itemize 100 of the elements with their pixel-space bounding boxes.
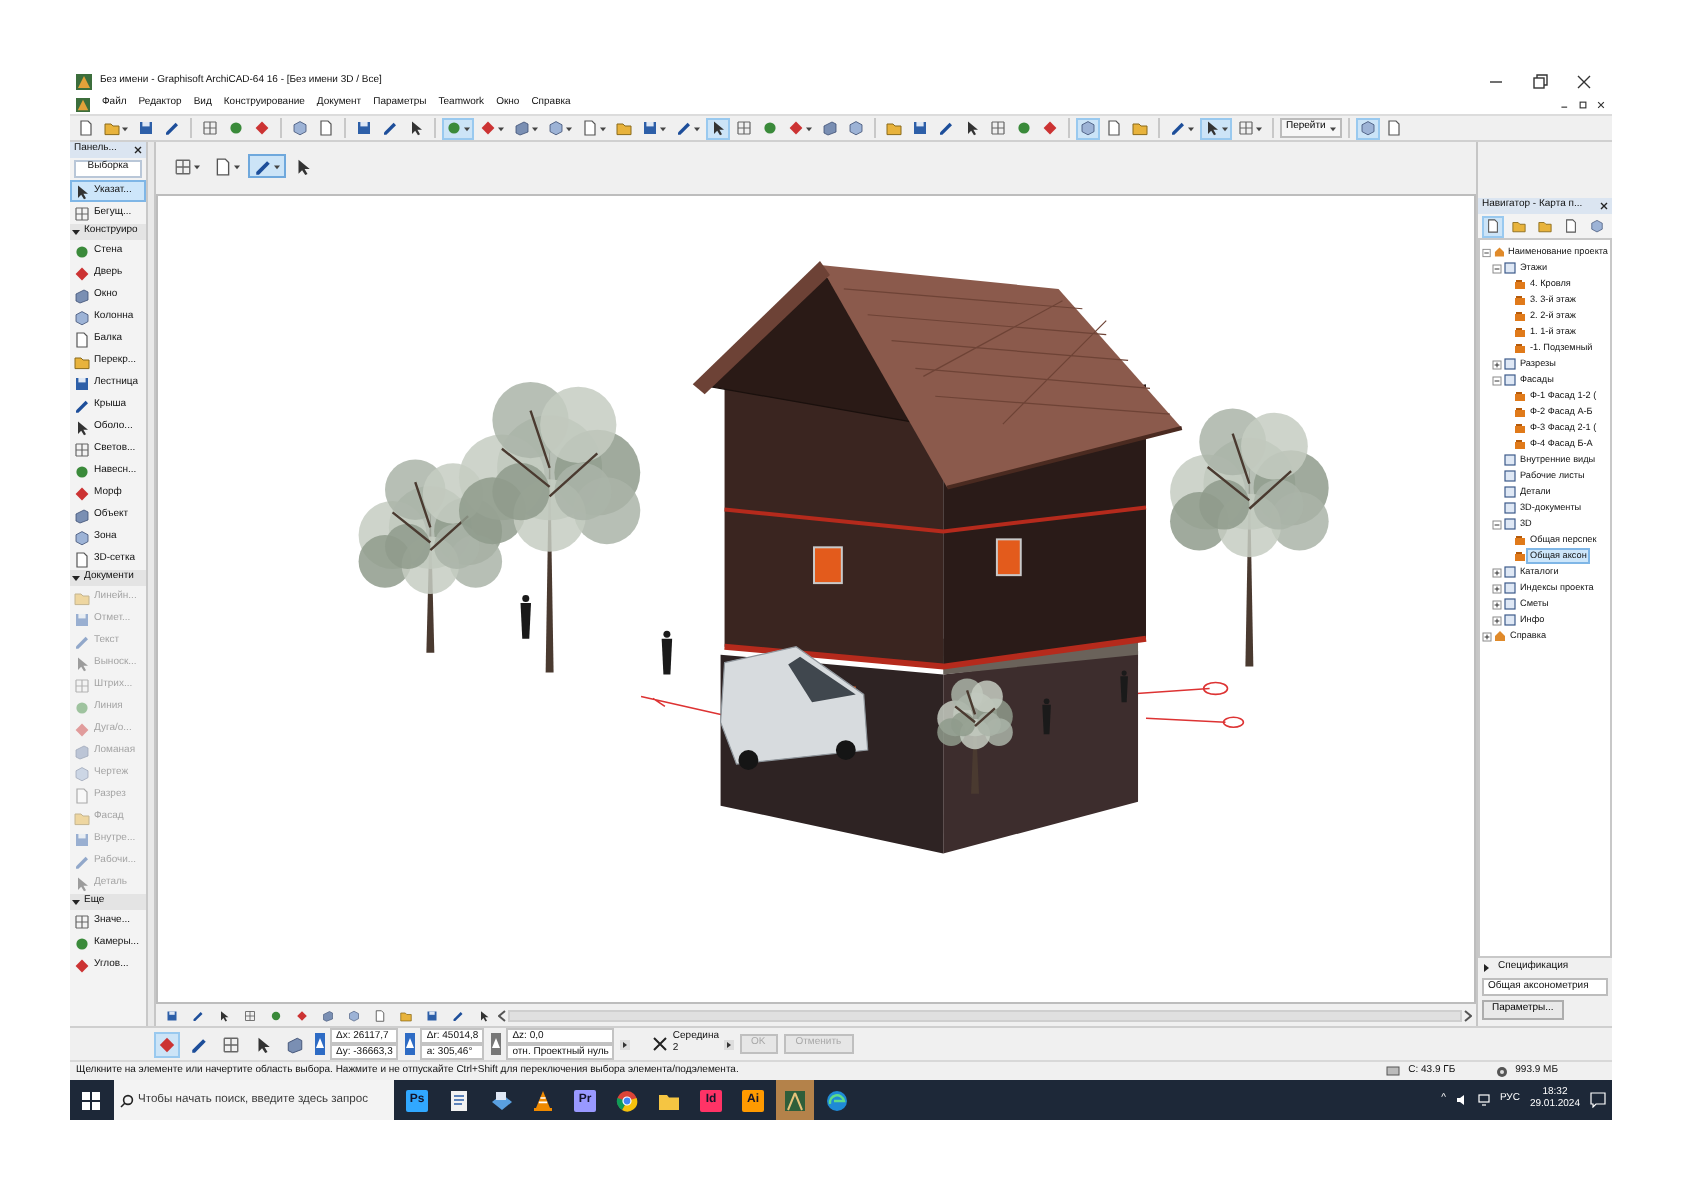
browser-icon	[616, 1089, 638, 1111]
toolbar-button[interactable]	[934, 117, 958, 139]
grid-icon	[74, 913, 90, 929]
expand-toggle[interactable]	[1492, 359, 1502, 369]
diamond-icon	[254, 120, 270, 136]
expand-toggle[interactable]	[1482, 247, 1492, 257]
close-icon[interactable]	[134, 146, 142, 154]
network-icon[interactable]	[1477, 1094, 1490, 1106]
close-icon	[1574, 72, 1594, 92]
close-icon[interactable]	[1596, 99, 1606, 109]
document-icon	[1385, 120, 1402, 136]
grid-icon	[202, 120, 218, 136]
scroll-right-icon[interactable]	[1464, 1009, 1472, 1021]
app-logo-icon	[76, 74, 92, 90]
caret-icon	[806, 125, 812, 131]
folder-icon	[74, 353, 90, 369]
diamond-icon	[1042, 120, 1058, 136]
navigator-tool-button[interactable]	[1482, 215, 1504, 237]
cube-icon	[292, 120, 308, 136]
grid-icon	[222, 1035, 240, 1053]
pointer-icon	[74, 419, 90, 435]
pointer-icon	[294, 157, 312, 175]
cube-icon	[848, 120, 864, 136]
caret-icon	[234, 163, 240, 169]
windows-logo-icon	[81, 1091, 99, 1109]
expand-toggle[interactable]	[1492, 583, 1502, 593]
toolbar-button[interactable]	[1200, 117, 1232, 139]
speaker-icon[interactable]	[1455, 1094, 1468, 1106]
diamond-icon	[296, 1009, 308, 1021]
expand-toggle[interactable]	[1492, 263, 1502, 273]
pencil-icon	[676, 120, 692, 136]
expand-toggle[interactable]	[1492, 599, 1502, 609]
layer-icon	[1514, 550, 1526, 562]
horizontal-scrollbar[interactable]	[508, 1009, 1462, 1021]
toolbar-button[interactable]	[352, 117, 376, 139]
caret-icon	[1329, 125, 1336, 131]
caret-icon	[122, 125, 128, 131]
toolbar-button[interactable]	[378, 117, 402, 139]
navigator-tool-button[interactable]	[1560, 215, 1582, 237]
toolbar-button[interactable]	[672, 117, 704, 139]
notification-icon[interactable]	[1590, 1092, 1606, 1108]
folder-icon	[658, 1089, 680, 1111]
folder-icon	[1132, 120, 1148, 136]
restore-icon	[1530, 72, 1550, 92]
caret-icon	[1256, 125, 1262, 131]
folder-icon	[616, 120, 632, 136]
restore-icon[interactable]	[1578, 99, 1588, 109]
expand-toggle[interactable]	[1492, 615, 1502, 625]
house-icon	[1494, 630, 1506, 642]
caret-icon	[566, 125, 572, 131]
caret-icon	[194, 163, 200, 169]
folder-icon	[74, 809, 90, 825]
layer-icon	[1514, 278, 1526, 290]
layer-icon	[1514, 294, 1526, 306]
search-icon	[120, 1093, 134, 1107]
traffic-cone-icon	[532, 1089, 554, 1111]
dot-icon	[762, 120, 778, 136]
person-figure	[661, 630, 673, 675]
layer-icon	[1514, 438, 1526, 450]
triangle-icon[interactable]	[1482, 963, 1490, 972]
arrow-icon[interactable]	[723, 1039, 734, 1049]
dot-icon	[270, 1009, 282, 1021]
arrow-icon[interactable]	[620, 1039, 631, 1049]
grid-icon	[74, 441, 90, 457]
expand-toggle[interactable]	[1492, 375, 1502, 385]
expand-toggle[interactable]	[1492, 519, 1502, 529]
pencil-icon	[74, 853, 90, 869]
edge-browser-icon	[826, 1089, 848, 1111]
toolbar-button[interactable]	[1166, 117, 1198, 139]
grid-icon	[74, 677, 90, 693]
toolbar-button[interactable]	[134, 117, 158, 139]
caret-icon	[1188, 125, 1194, 131]
layer-icon	[1514, 406, 1526, 418]
tree-drawing	[937, 678, 1013, 794]
caret-icon	[532, 125, 538, 131]
diamond-icon	[788, 120, 804, 136]
sheet-icon	[1504, 262, 1516, 274]
diamond-icon	[74, 485, 90, 501]
expand-toggle[interactable]	[1492, 567, 1502, 577]
folder-icon	[104, 120, 120, 136]
document-icon	[214, 157, 232, 175]
document-icon	[448, 1089, 470, 1111]
caret-icon	[464, 125, 470, 131]
grid-icon	[174, 157, 192, 175]
scroll-left-icon[interactable]	[498, 1009, 506, 1021]
toolbar-button[interactable]	[706, 117, 730, 139]
cube-icon	[1080, 120, 1096, 136]
expand-toggle[interactable]	[1482, 631, 1492, 641]
toolbar-button[interactable]	[908, 117, 932, 139]
close-icon[interactable]	[1600, 202, 1608, 210]
pointer-icon	[74, 875, 90, 891]
diamond-icon	[480, 120, 496, 136]
toolbar-button[interactable]	[160, 117, 184, 139]
dot-icon	[228, 120, 244, 136]
document-icon	[374, 1009, 386, 1021]
app-menu-icon[interactable]	[76, 97, 90, 111]
toolbar-button[interactable]	[638, 117, 670, 139]
diamond-icon	[74, 265, 90, 281]
view-tool-button[interactable]	[248, 154, 286, 178]
cube-icon	[348, 1009, 360, 1021]
